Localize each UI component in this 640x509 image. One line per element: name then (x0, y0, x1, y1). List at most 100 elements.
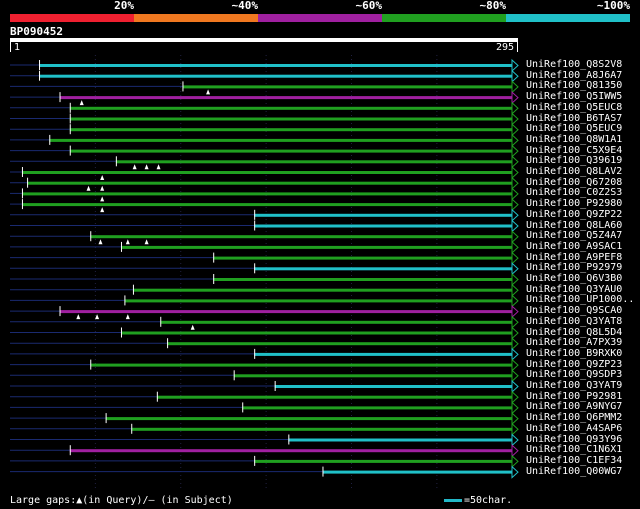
alignment-bar[interactable] (182, 85, 512, 89)
hit-row[interactable] (10, 144, 519, 158)
hit-row[interactable] (10, 422, 519, 436)
hit-label[interactable]: UniRef100_A4SAP6 (526, 423, 622, 434)
alignment-bar[interactable] (69, 149, 512, 153)
alignment-bar[interactable] (242, 406, 512, 410)
hit-label[interactable]: UniRef100_Q5Z4A7 (526, 231, 622, 241)
alignment-bar[interactable] (90, 363, 512, 367)
hit-row[interactable] (10, 304, 519, 320)
hit-row[interactable] (10, 230, 519, 245)
hit-row[interactable] (10, 262, 519, 276)
hit-label[interactable]: UniRef100_B6TAS7 (526, 113, 622, 124)
hit-label[interactable]: UniRef100_Q3YAU0 (526, 284, 622, 295)
alignment-bar[interactable] (69, 449, 512, 453)
hit-row[interactable] (10, 69, 519, 83)
hit-row[interactable] (10, 197, 519, 213)
alignment-bar[interactable] (39, 64, 512, 67)
hit-label[interactable]: UniRef100_Q81350 (526, 81, 622, 91)
hit-row[interactable] (10, 369, 519, 383)
hit-row[interactable] (10, 123, 519, 137)
alignment-bar[interactable] (39, 74, 512, 78)
hit-label[interactable]: UniRef100_A9SAC1 (526, 241, 622, 252)
alignment-bar[interactable] (233, 374, 512, 378)
alignment-bar[interactable] (115, 160, 512, 164)
alignment-bar[interactable] (254, 224, 512, 228)
hit-row[interactable] (10, 176, 519, 191)
hit-row[interactable] (10, 133, 519, 148)
hit-row[interactable] (10, 112, 519, 126)
alignment-bar[interactable] (131, 427, 512, 431)
alignment-bar[interactable] (105, 417, 512, 421)
hit-row[interactable] (10, 347, 519, 362)
hit-label[interactable]: UniRef100_Q8L5D4 (526, 327, 622, 338)
hit-label[interactable]: UniRef100_P92979 (526, 263, 622, 273)
hit-row[interactable] (10, 315, 519, 330)
hit-label[interactable]: UniRef100_Q5EUC9 (526, 124, 622, 134)
alignment-bar[interactable] (49, 138, 513, 142)
hit-label[interactable]: UniRef100_C1N6X1 (526, 445, 622, 455)
hit-label[interactable]: UniRef100_Q3YAT9 (526, 381, 622, 391)
hit-label[interactable]: UniRef100_C5X9E4 (526, 145, 622, 156)
hit-label[interactable]: UniRef100_Q9ZP23 (526, 359, 622, 370)
hit-row[interactable] (10, 390, 519, 404)
hit-label[interactable]: UniRef100_Q9ZP22 (526, 209, 622, 220)
alignment-bar[interactable] (69, 106, 512, 110)
alignment-bar[interactable] (27, 181, 512, 185)
hit-label[interactable]: UniRef100_A9PEF8 (526, 252, 622, 263)
alignment-bar[interactable] (59, 96, 513, 100)
hit-label[interactable]: UniRef100_Q5IWW5 (526, 92, 622, 102)
hit-label[interactable]: UniRef100_Q39619 (526, 156, 622, 166)
alignment-bar[interactable] (213, 256, 512, 260)
hit-label[interactable]: UniRef100_Q8LA60 (526, 220, 622, 231)
alignment-bar[interactable] (213, 278, 512, 281)
hit-row[interactable] (10, 337, 519, 351)
alignment-bar[interactable] (69, 117, 512, 121)
hit-label[interactable]: UniRef100_A8J6A7 (526, 70, 622, 81)
hit-row[interactable] (10, 208, 519, 222)
hit-row[interactable] (10, 58, 519, 73)
alignment-bar[interactable] (254, 213, 512, 217)
hit-label[interactable]: UniRef100_Q6V3B0 (526, 274, 622, 284)
hit-label[interactable]: UniRef100_C0Z2S3 (526, 188, 622, 198)
hit-label[interactable]: UniRef100_Q00WG7 (526, 466, 622, 477)
hit-row[interactable] (10, 379, 519, 394)
hit-label[interactable]: UniRef100_A7PX39 (526, 338, 622, 348)
hit-label[interactable]: UniRef100_P92980 (526, 199, 622, 209)
alignment-bar[interactable] (21, 171, 512, 174)
hit-label[interactable]: UniRef100_Q8W1A1 (526, 134, 622, 145)
alignment-bar[interactable] (59, 310, 513, 314)
hit-label[interactable]: UniRef100_Q93Y96 (526, 434, 622, 445)
alignment-bar[interactable] (167, 342, 512, 346)
hit-label[interactable]: UniRef100_Q5EUC8 (526, 102, 622, 113)
hit-row[interactable] (10, 454, 519, 469)
alignment-bar[interactable] (69, 128, 512, 132)
alignment-bar[interactable] (254, 267, 512, 271)
hit-row[interactable] (10, 272, 519, 287)
alignment-bar[interactable] (90, 235, 512, 239)
hit-row[interactable] (10, 187, 519, 202)
hit-row[interactable] (10, 444, 519, 458)
alignment-bar[interactable] (160, 320, 513, 324)
hit-row[interactable] (10, 240, 519, 255)
alignment-bar[interactable] (254, 352, 512, 356)
hit-row[interactable] (10, 80, 519, 95)
hit-label[interactable]: UniRef100_Q67208 (526, 177, 622, 188)
hit-row[interactable] (10, 165, 519, 180)
hit-row[interactable] (10, 219, 519, 233)
hit-label[interactable]: UniRef100_Q8S2V8 (526, 60, 622, 70)
hit-row[interactable] (10, 294, 519, 308)
hit-row[interactable] (10, 401, 519, 415)
hit-label[interactable]: UniRef100_Q8LAV2 (526, 167, 622, 177)
hit-row[interactable] (10, 155, 519, 170)
hit-label[interactable]: UniRef100_B9RXK0 (526, 348, 622, 359)
hit-label[interactable]: UniRef100_P92981 (526, 391, 622, 402)
hit-row[interactable] (10, 101, 519, 115)
hit-row[interactable] (10, 90, 519, 106)
hit-row[interactable] (10, 411, 519, 426)
alignment-bar[interactable] (124, 299, 512, 303)
hit-row[interactable] (10, 358, 519, 372)
alignment-bar[interactable] (156, 395, 512, 399)
hit-label[interactable]: UniRef100_C1EF34 (526, 455, 622, 466)
alignment-bar[interactable] (254, 459, 512, 463)
alignment-bar[interactable] (322, 470, 512, 474)
hit-row[interactable] (10, 465, 519, 479)
